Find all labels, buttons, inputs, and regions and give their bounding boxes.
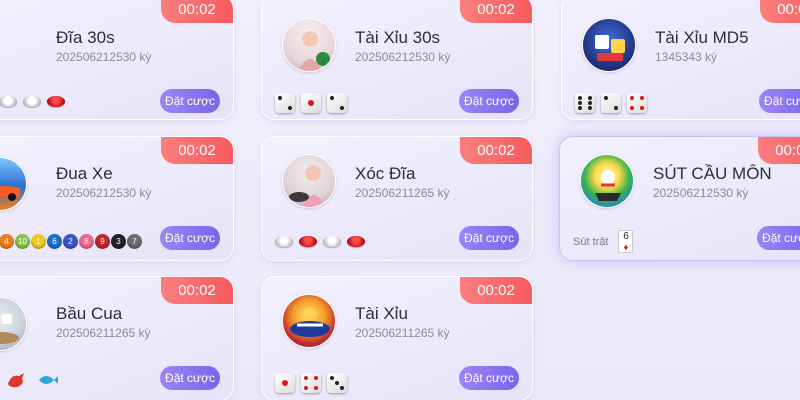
last-result: Sút trật 6 ♦ <box>573 230 634 253</box>
place-bet-button[interactable]: Đặt cược <box>459 89 519 113</box>
countdown-timer: 00:02 <box>460 0 532 23</box>
game-card-tai-xiu[interactable]: 00:02 Tài Xỉu 202506211265 kỳ Đặt cược <box>261 276 533 400</box>
game-thumbnail-icon <box>582 18 636 72</box>
game-title: Tài Xỉu <box>355 304 408 323</box>
game-title: Tài Xỉu MD5 <box>655 28 749 47</box>
countdown-timer: 00:02 <box>161 277 233 304</box>
race-ball-icon: 4 <box>0 234 14 249</box>
last-result <box>275 236 365 247</box>
result-label: Sút trật <box>573 235 609 248</box>
race-ball-icon: 7 <box>127 234 142 249</box>
place-bet-button[interactable]: Đặt cược <box>160 226 220 250</box>
game-title: Đua Xe <box>56 164 113 183</box>
game-thumbnail-icon <box>0 157 27 211</box>
last-result: 4 10 1 6 2 8 9 3 7 <box>0 234 142 249</box>
round-number: 202506212530 kỳ <box>653 186 749 200</box>
place-bet-button[interactable]: Đặt cược <box>459 226 519 250</box>
game-card-dia-30s[interactable]: 00:02 Đĩa 30s 202506212530 kỳ Đặt cược <box>0 0 234 120</box>
place-bet-button[interactable]: Đặt cược <box>160 366 220 390</box>
coin-white-icon <box>0 96 17 107</box>
race-ball-icon: 8 <box>79 234 94 249</box>
last-result <box>575 93 647 113</box>
dice-3-icon <box>327 373 347 393</box>
dice-6-icon <box>575 93 595 113</box>
last-result <box>0 96 65 107</box>
round-number: 202506211265 kỳ <box>355 326 450 340</box>
game-title: Bầu Cua <box>56 304 123 323</box>
dice-2-icon <box>275 93 295 113</box>
game-title: SÚT CẦU MÔN <box>653 164 772 183</box>
race-ball-icon: 9 <box>95 234 110 249</box>
race-ball-icon: 2 <box>63 234 78 249</box>
fish-icon <box>39 376 58 384</box>
round-number: 202506212530 kỳ <box>355 50 451 64</box>
card-rank: 6 <box>623 231 629 242</box>
game-card-bau-cua[interactable]: 00:02 Bầu Cua 202506211265 kỳ Đặt cược <box>0 276 234 400</box>
playing-card-icon: 6 ♦ <box>618 230 634 253</box>
place-bet-button[interactable]: Đặt cược <box>757 226 800 250</box>
race-ball-icon: 6 <box>47 234 62 249</box>
last-result <box>275 373 347 393</box>
countdown-timer: 00:02 <box>460 277 532 304</box>
round-number: 202506212530 kỳ <box>56 186 152 200</box>
game-thumbnail-icon <box>282 294 336 348</box>
dice-1-icon <box>301 93 321 113</box>
race-ball-icon: 1 <box>31 234 46 249</box>
countdown-timer: 00:02 <box>460 137 532 164</box>
dice-2-icon <box>601 93 621 113</box>
coin-white-icon <box>23 96 41 107</box>
countdown-timer: 00:02 <box>760 0 800 23</box>
race-ball-icon: 10 <box>15 234 30 249</box>
round-number: 202506211265 kỳ <box>355 186 450 200</box>
dice-4-icon <box>301 373 321 393</box>
game-thumbnail-icon <box>0 297 27 351</box>
race-ball-icon: 3 <box>111 234 126 249</box>
countdown-timer: 00:02 <box>161 137 233 164</box>
dice-1-icon <box>275 373 295 393</box>
game-title: Đĩa 30s <box>56 28 115 47</box>
coin-red-icon <box>47 96 65 107</box>
card-suit: ♦ <box>623 242 629 252</box>
countdown-timer: 00:02 <box>161 0 233 23</box>
place-bet-button[interactable]: Đặt cược <box>459 366 519 390</box>
dice-2-icon <box>327 93 347 113</box>
countdown-timer: 00:02 <box>758 137 800 164</box>
round-number: 202506212530 kỳ <box>56 50 152 64</box>
game-card-xoc-dia[interactable]: 00:02 Xóc Đĩa 202506211265 kỳ Đặt cược <box>261 136 533 261</box>
place-bet-button[interactable]: Đặt cược <box>759 89 800 113</box>
dice-4-icon <box>627 93 647 113</box>
coin-red-icon <box>299 236 317 247</box>
rooster-icon <box>8 373 24 388</box>
game-thumbnail-icon <box>282 18 336 72</box>
game-title: Tài Xỉu 30s <box>355 28 441 47</box>
game-thumbnail-icon <box>282 154 336 208</box>
round-number: 1345343 kỳ <box>655 50 718 64</box>
game-card-tai-xiu-md5[interactable]: 00:02 Tài Xỉu MD5 1345343 kỳ Đặt cược <box>561 0 800 120</box>
last-result <box>275 93 347 113</box>
last-result <box>5 370 59 390</box>
coin-white-icon <box>323 236 341 247</box>
game-card-tai-xiu-30s[interactable]: 00:02 Tài Xỉu 30s 202506212530 kỳ Đặt cư… <box>261 0 533 120</box>
game-card-sut-cau-mon[interactable]: 00:02 SÚT CẦU MÔN 202506212530 kỳ Sút tr… <box>559 136 800 261</box>
coin-white-icon <box>275 236 293 247</box>
round-number: 202506211265 kỳ <box>56 326 151 340</box>
game-thumbnail-icon <box>580 154 634 208</box>
game-title: Xóc Đĩa <box>355 164 416 183</box>
place-bet-button[interactable]: Đặt cược <box>160 89 220 113</box>
game-card-dua-xe[interactable]: 00:02 Đua Xe 202506212530 kỳ 4 10 1 6 2 8 9 3 7 … <box>0 136 234 261</box>
coin-red-icon <box>347 236 365 247</box>
